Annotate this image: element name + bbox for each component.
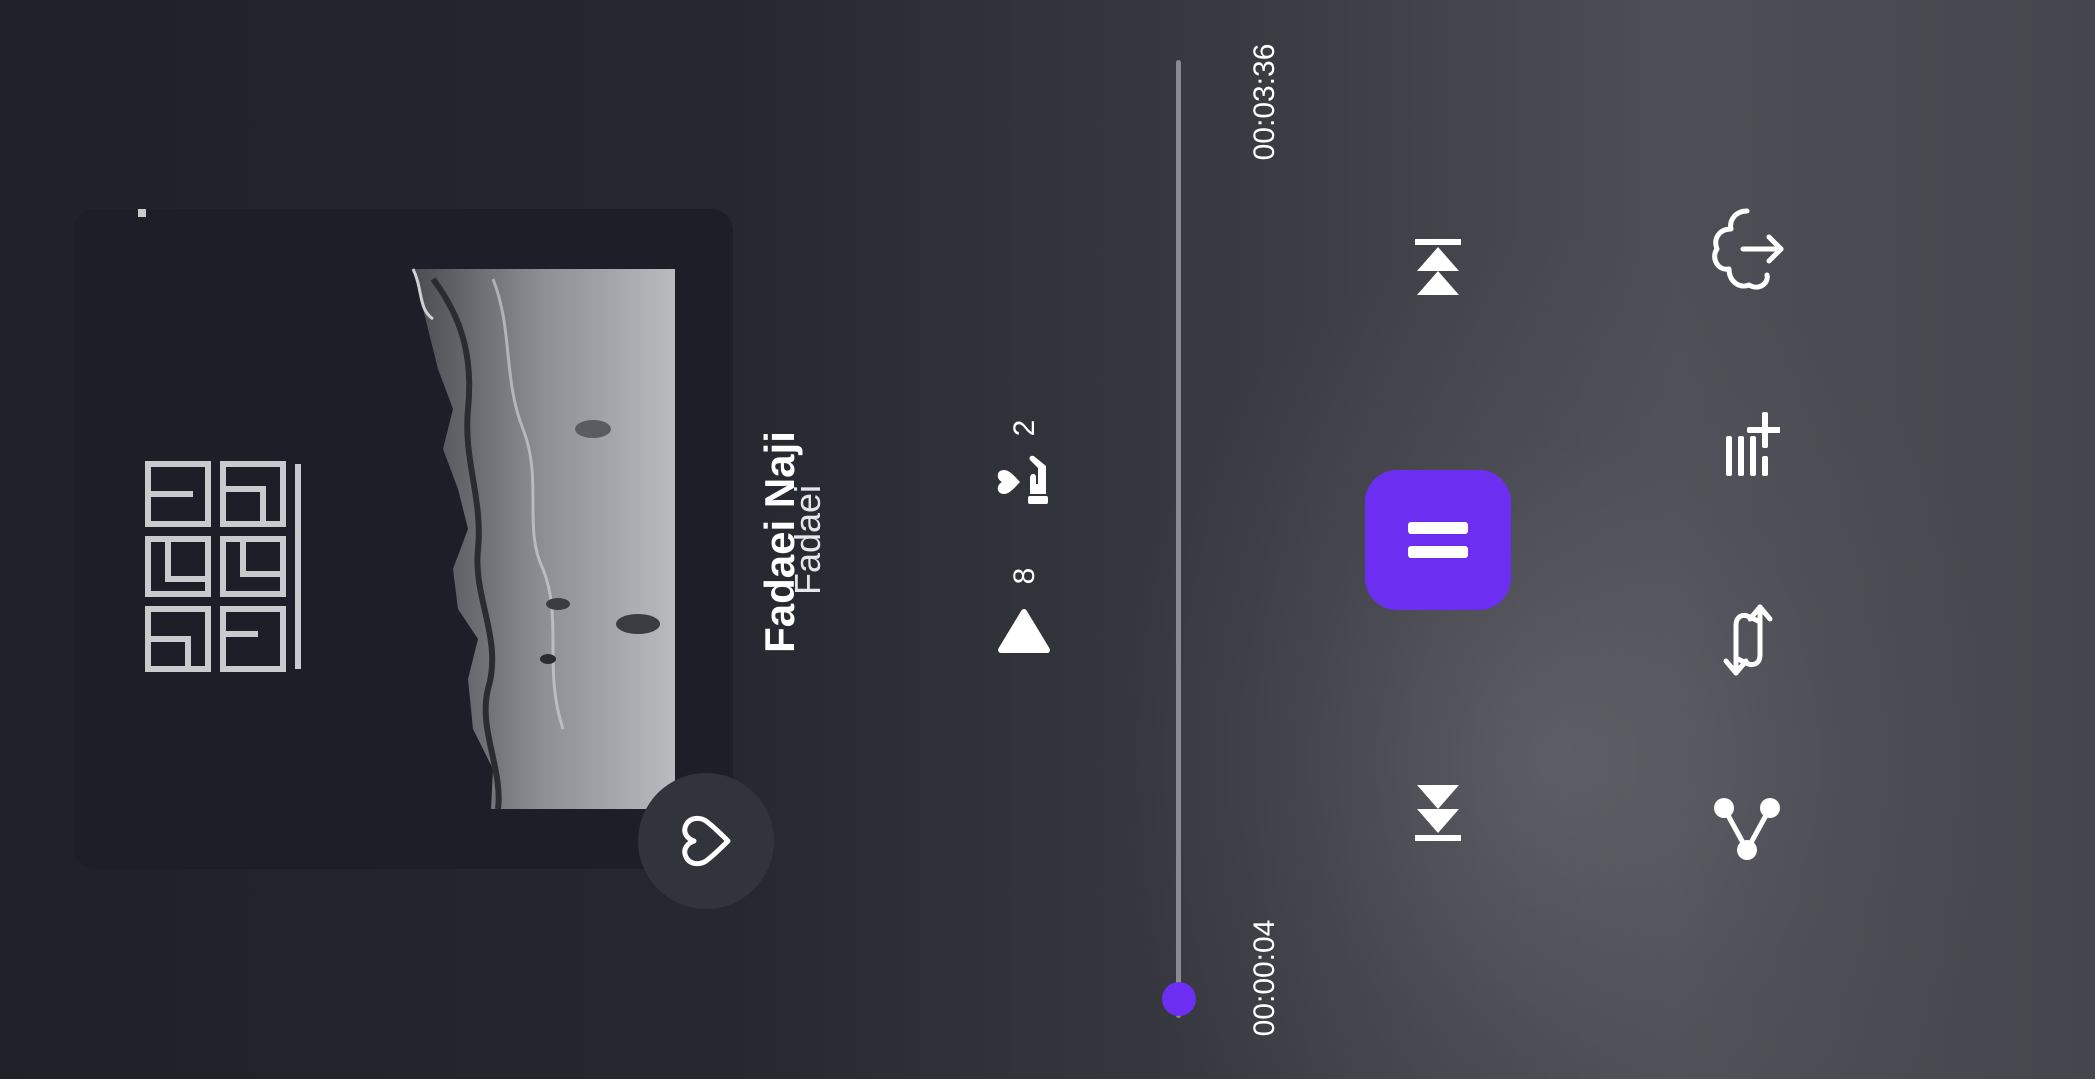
album-art (138, 209, 675, 810)
skip-next-icon[interactable] (1413, 781, 1463, 843)
elapsed-time: 00:00:04 (1248, 919, 1281, 1037)
progress-track[interactable] (1176, 60, 1181, 1018)
hand-heart-icon (997, 455, 1048, 504)
repeat-icon[interactable] (1718, 603, 1778, 677)
playlist-add-icon[interactable] (1720, 406, 1780, 478)
favorite-button[interactable] (638, 773, 774, 909)
heart-icon (682, 815, 731, 867)
track-artist: Fadaei (787, 484, 828, 596)
pause-button[interactable] (1365, 470, 1511, 610)
like-count: 2 (1008, 419, 1041, 437)
pause-icon (1408, 522, 1468, 558)
share-icon[interactable] (1710, 794, 1784, 864)
progress-knob[interactable] (1162, 981, 1196, 1016)
album-art-card (73, 209, 733, 869)
play-count: 8 (1008, 567, 1041, 585)
total-time: 00:03:36 (1248, 43, 1281, 161)
cloud-share-icon[interactable] (1707, 205, 1785, 293)
skip-previous-icon[interactable] (1413, 237, 1463, 299)
play-triangle-icon (998, 609, 1050, 653)
